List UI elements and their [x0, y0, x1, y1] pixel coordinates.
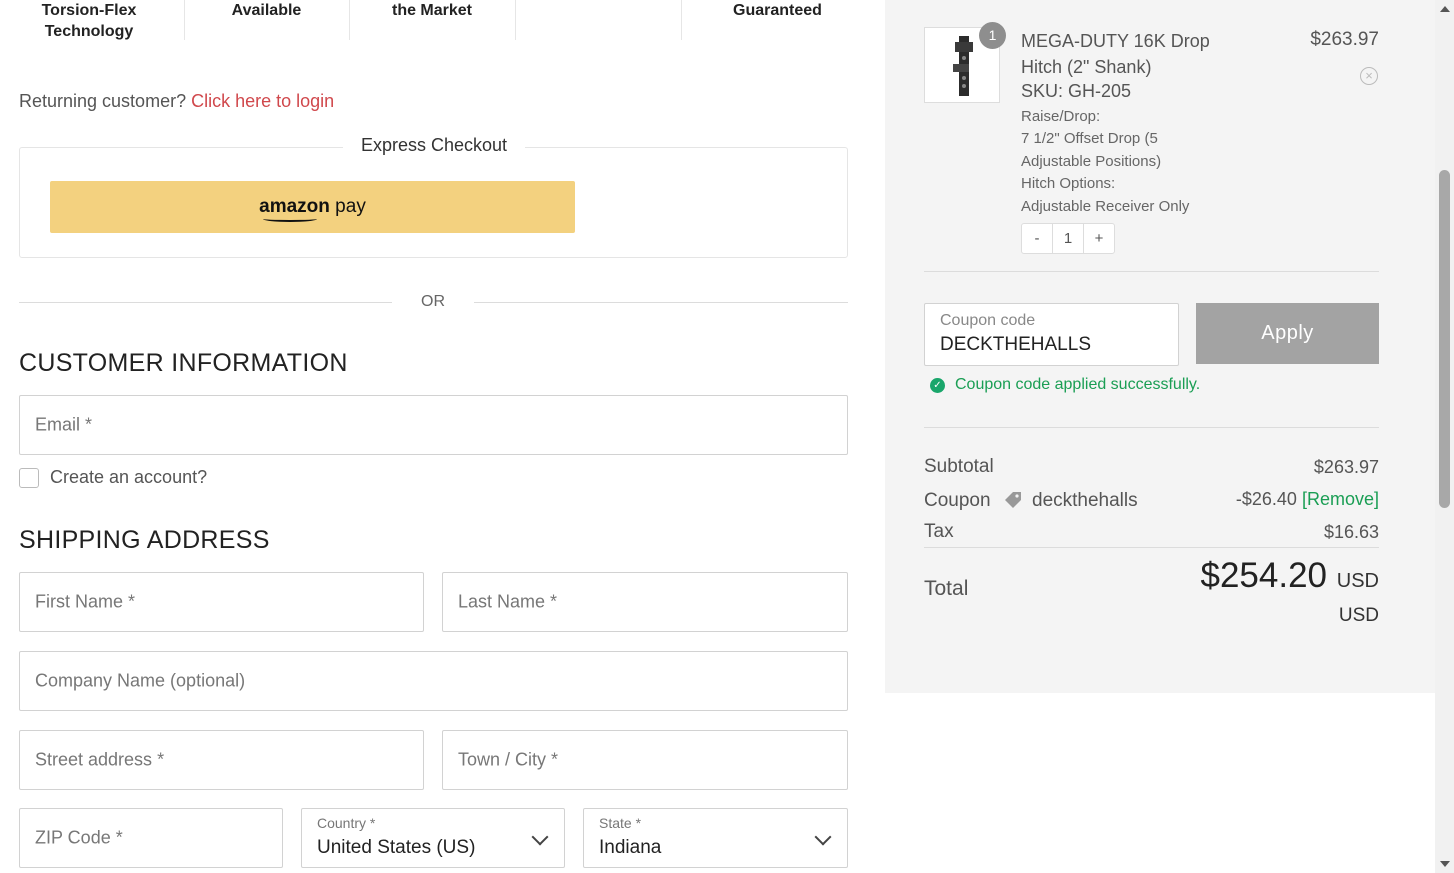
country-select[interactable]: Country * United States (US): [301, 808, 565, 868]
product-meta-line: Raise/Drop:: [1021, 108, 1101, 125]
coupon-discount-value: -$26.40: [1235, 489, 1297, 509]
amazon-smile-icon: [263, 216, 318, 222]
returning-customer: Returning customer? Click here to login: [19, 91, 334, 112]
city-field[interactable]: Town / City *: [442, 730, 848, 790]
summary-divider: [924, 547, 1379, 548]
coupon-code-label: Coupon code: [940, 312, 1036, 329]
feature-line: Torsion-Flex: [41, 2, 137, 19]
subtotal-value: $263.97: [1313, 457, 1379, 477]
amazon-pay-logo: amazon pay: [259, 196, 366, 222]
summary-divider: [924, 427, 1379, 428]
coupon-success-message: ✓ Coupon code applied successfully.: [930, 376, 1200, 394]
express-checkout-title: Express Checkout: [343, 135, 525, 156]
last-name-placeholder: Last Name *: [458, 591, 558, 612]
tag-icon: [1005, 492, 1021, 508]
create-account-row[interactable]: Create an account?: [19, 467, 207, 488]
total-currency-below: USD: [1338, 605, 1379, 626]
returning-text: Returning customer?: [19, 91, 187, 111]
or-divider-text: OR: [421, 293, 445, 310]
total-label: Total: [924, 577, 969, 600]
applied-coupon-name: deckthehalls: [1032, 490, 1138, 511]
email-placeholder: Email *: [35, 414, 93, 435]
product-meta-line: Adjustable Positions): [1021, 153, 1162, 170]
coupon-row-label: Coupon: [924, 490, 991, 511]
apply-coupon-button[interactable]: Apply: [1196, 303, 1379, 364]
coupon-code-field[interactable]: Coupon code DECKTHEHALLS: [924, 303, 1179, 366]
total-currency-inline: USD: [1336, 570, 1379, 592]
product-meta-line: Adjustable Receiver Only: [1021, 198, 1190, 215]
feature-torsion-flex: Torsion-Flex Technology: [0, 0, 178, 40]
login-link[interactable]: Click here to login: [191, 91, 334, 111]
create-account-checkbox[interactable]: [19, 467, 39, 488]
product-meta-line: 7 1/2" Offset Drop (5: [1021, 130, 1158, 147]
chevron-down-icon: [531, 828, 549, 846]
product-price: $263.97: [1310, 29, 1379, 50]
state-select[interactable]: State * Indiana: [583, 808, 848, 868]
country-label: Country *: [317, 815, 376, 831]
quantity-stepper[interactable]: - 1 +: [1021, 223, 1115, 254]
country-value: United States (US): [317, 837, 476, 858]
pay-wordmark: pay: [329, 196, 366, 217]
zip-code-field[interactable]: ZIP Code *: [19, 808, 283, 868]
amazon-wordmark: amazon: [259, 196, 330, 217]
first-name-field[interactable]: First Name *: [19, 572, 424, 632]
product-meta-line: Hitch Options:: [1021, 175, 1116, 192]
feature-empty: [515, 0, 681, 40]
feature-divider: [681, 0, 682, 40]
feature-line: Guaranteed: [733, 2, 822, 19]
quantity-value[interactable]: 1: [1052, 224, 1084, 253]
remove-item-icon[interactable]: ×: [1360, 67, 1378, 85]
company-name-placeholder: Company Name (optional): [35, 670, 246, 691]
summary-divider: [924, 271, 1379, 272]
feature-available: Available: [184, 0, 349, 40]
feature-market: the Market: [349, 0, 515, 40]
city-placeholder: Town / City *: [458, 749, 559, 770]
increment-button[interactable]: +: [1084, 224, 1114, 253]
create-account-label: Create an account?: [50, 467, 208, 487]
amazon-pay-button[interactable]: amazon pay: [50, 181, 575, 233]
last-name-field[interactable]: Last Name *: [442, 572, 848, 632]
first-name-placeholder: First Name *: [35, 591, 136, 612]
scroll-up-arrow-icon[interactable]: [1440, 6, 1450, 12]
street-address-placeholder: Street address *: [35, 749, 165, 770]
tax-value: $16.63: [1323, 522, 1379, 542]
street-address-field[interactable]: Street address *: [19, 730, 424, 790]
coupon-code-value: DECKTHEHALLS: [940, 334, 1091, 355]
feature-guaranteed: Guaranteed: [695, 0, 860, 40]
product-sku: SKU: GH-205: [1021, 81, 1132, 101]
state-value: Indiana: [599, 837, 662, 858]
product-name: MEGA-DUTY 16K Drop Hitch (2" Shank): [1021, 31, 1210, 77]
scroll-down-arrow-icon[interactable]: [1440, 861, 1450, 867]
decrement-button[interactable]: -: [1022, 224, 1052, 253]
zip-code-placeholder: ZIP Code *: [35, 827, 123, 848]
state-label: State *: [599, 815, 642, 831]
email-field[interactable]: Email *: [19, 395, 848, 455]
total-value: $254.20: [1200, 556, 1328, 595]
page-scrollbar[interactable]: [1435, 0, 1454, 873]
feature-line: the Market: [391, 2, 473, 19]
or-divider-right: [474, 302, 848, 303]
quantity-badge: 1: [979, 22, 1006, 49]
company-name-field[interactable]: Company Name (optional): [19, 651, 848, 711]
check-circle-icon: ✓: [930, 377, 945, 393]
remove-coupon-link[interactable]: [Remove]: [1302, 489, 1379, 509]
feature-line: Available: [231, 2, 302, 19]
customer-info-title: CUSTOMER INFORMATION: [19, 349, 348, 377]
scrollbar-thumb[interactable]: [1439, 170, 1450, 508]
or-divider-left: [19, 302, 392, 303]
coupon-discount: -$26.40 [Remove]: [1236, 489, 1379, 510]
coupon-success-text: Coupon code applied successfully.: [955, 376, 1201, 393]
shipping-address-title: SHIPPING ADDRESS: [19, 526, 270, 554]
feature-strip: Torsion-Flex Technology Available the Ma…: [0, 0, 866, 40]
total-amount: $254.20 USD: [1201, 556, 1380, 596]
drop-hitch-image: [953, 36, 973, 96]
chevron-down-icon: [814, 828, 832, 846]
feature-line: Technology: [44, 23, 134, 40]
subtotal-label: Subtotal: [924, 456, 994, 477]
tax-label: Tax: [924, 521, 954, 542]
